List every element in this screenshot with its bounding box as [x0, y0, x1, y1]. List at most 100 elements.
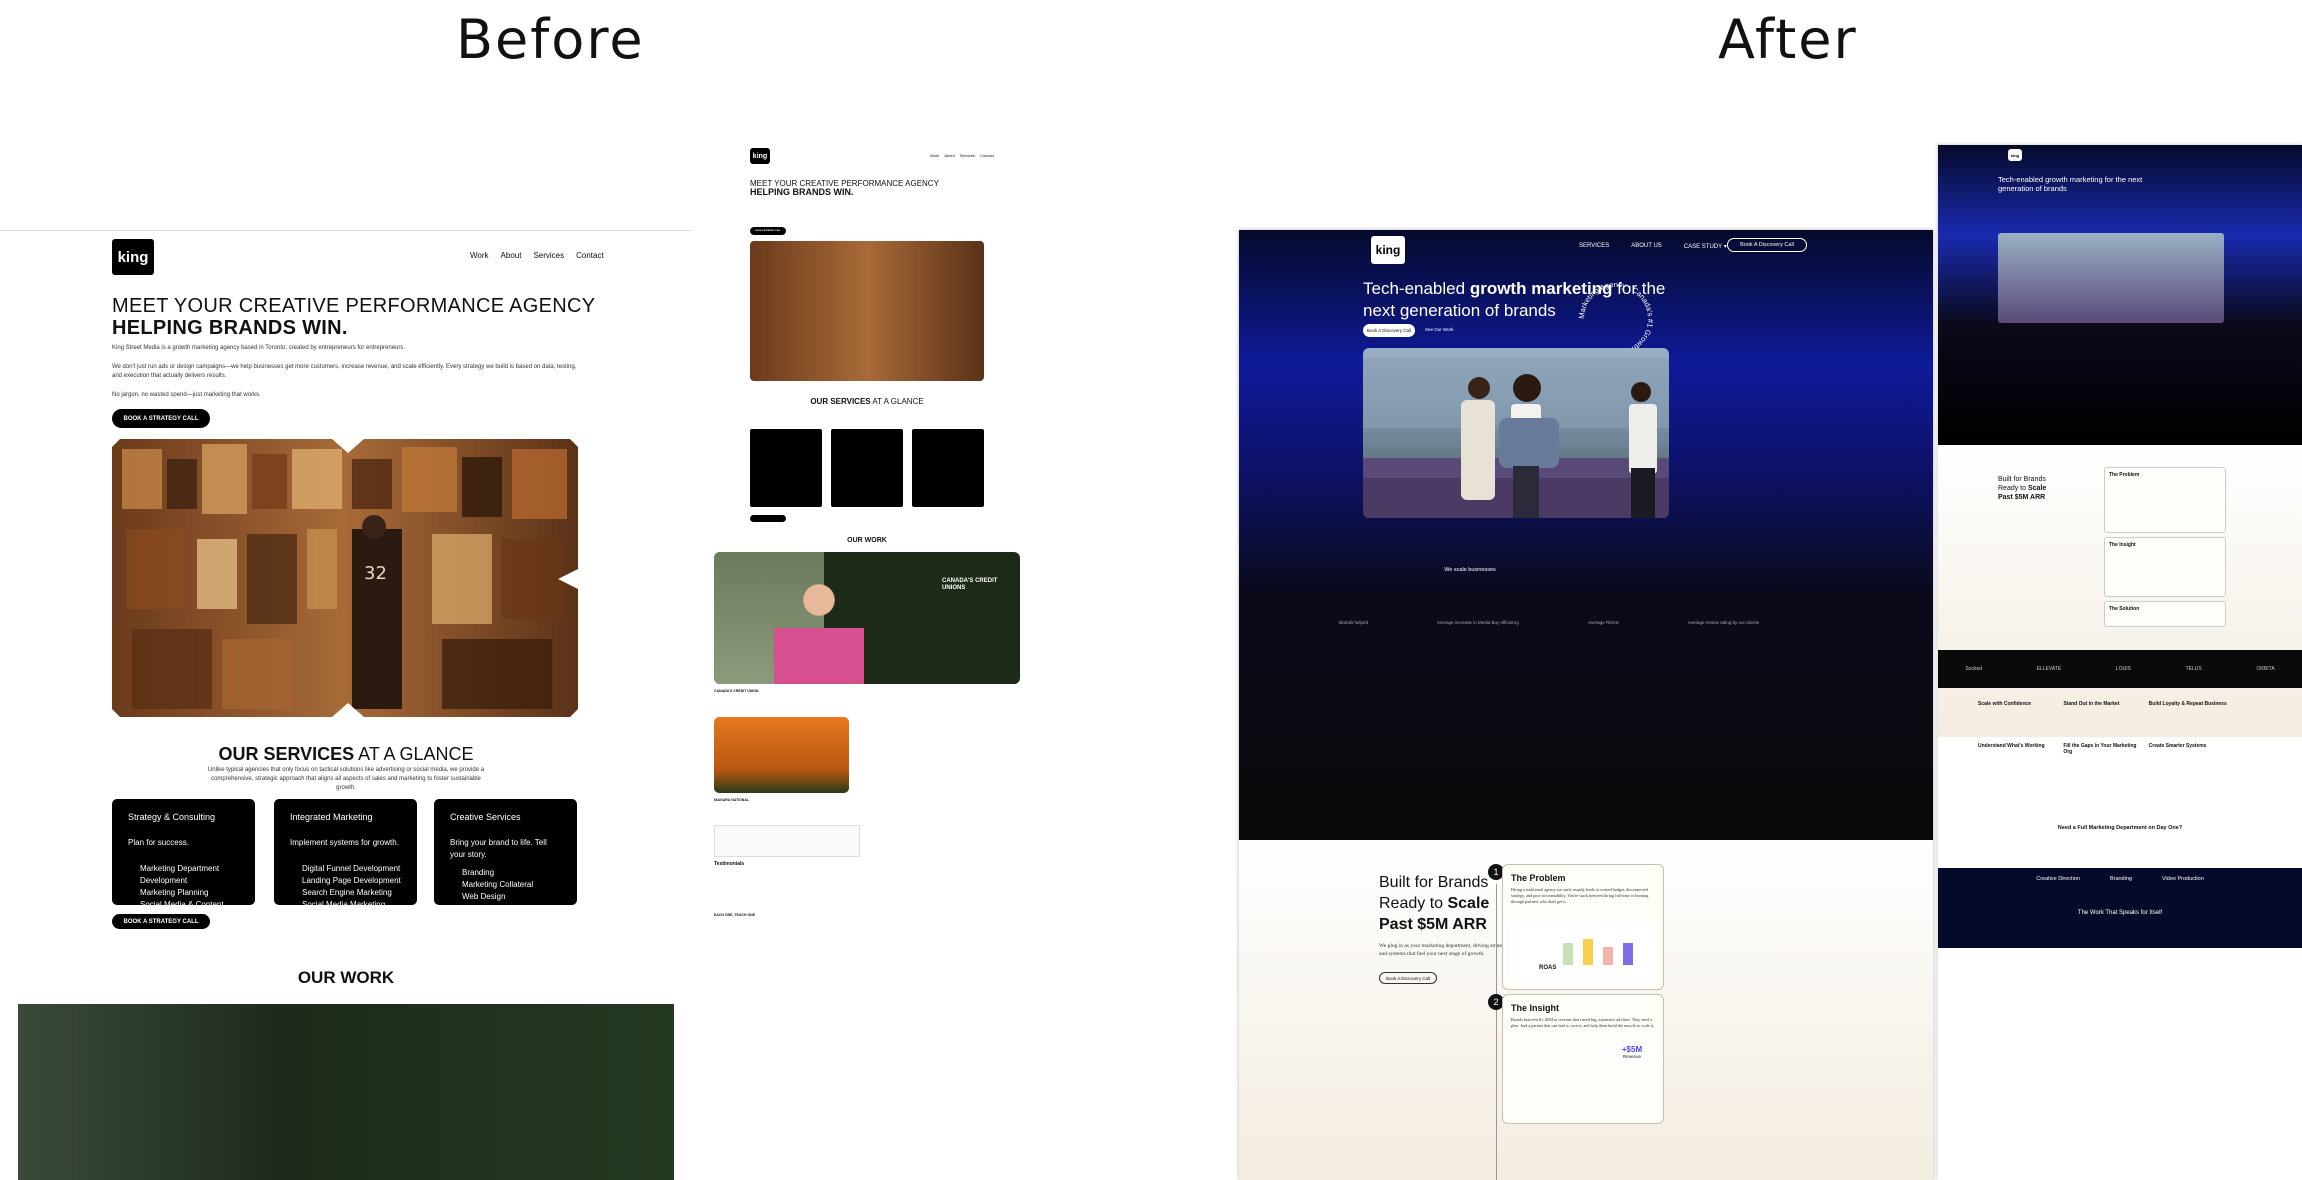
roas-label: ROAS	[1539, 965, 1557, 971]
card-list: Branding Marketing Collateral Web Design…	[450, 867, 561, 927]
built-discovery-call-button[interactable]: Book A Discovery Call	[1379, 972, 1437, 984]
mini-insight-card: The Insight	[2104, 537, 2226, 597]
mini-nav-item: Work	[930, 153, 940, 158]
hero-p2: We don't just run ads or design campaign…	[112, 364, 577, 379]
services-title-bold: OUR SERVICES	[218, 744, 355, 764]
card-item: Search Engine Marketing	[302, 888, 392, 897]
strategy-call-button[interactable]: BOOK A STRATEGY CALL	[112, 409, 210, 428]
mini-logo-strip: Socked ELLEVATE LOUIS TELUS ORBITA	[1938, 650, 2302, 688]
problem-chart: ROAS	[1511, 921, 1657, 983]
hero-photo-svg	[1363, 348, 1669, 518]
card-item: Landing Page Development	[302, 876, 401, 885]
before-logo[interactable]: king	[112, 239, 154, 275]
card-item: Marketing Collateral	[462, 880, 534, 889]
problem-title: The Problem	[1511, 873, 1566, 883]
card-sub: Bring your brand to life. Tell your stor…	[450, 838, 547, 859]
mini-services-bold: OUR SERVICES	[810, 397, 871, 406]
client-logo: ORBITA	[2256, 666, 2275, 672]
nav-case-study-label: CASE STUDY	[1683, 244, 1723, 250]
services-desc: Unlike typical agencies that only focus …	[207, 767, 485, 791]
headline-line2: next generation of brands	[1363, 301, 1556, 320]
mini-nav-item: Services	[959, 153, 976, 158]
stats-row: Brands helped Average increase in Media …	[1339, 620, 1759, 625]
client-logo: LOUIS	[2115, 666, 2131, 672]
mini-tile-grid: Scale with Confidence Stand Out in the M…	[1978, 701, 2228, 755]
ticker-item: Branding	[2109, 876, 2132, 882]
strategy-call-button-2[interactable]: BOOK A STRATEGY CALL	[112, 914, 210, 929]
headline-pre: Tech-enabled	[1363, 279, 1470, 298]
service-card-creative[interactable]: Creative Services Bring your brand to li…	[434, 799, 577, 925]
hero-p1: King Street Media is a growth marketing …	[112, 345, 406, 351]
nav-discovery-call-button[interactable]: Book A Discovery Call	[1727, 238, 1807, 252]
service-card-strategy[interactable]: Strategy & Consulting Plan for success. …	[112, 799, 255, 921]
before-mini-photo	[750, 241, 984, 381]
client-logo: TELUS	[2185, 666, 2202, 672]
badge-ring-text: Marketing Agency • Canada's #1 Growth •	[1577, 280, 1655, 356]
ccu-title: CANADA'S CREDIT UNIONS	[942, 578, 998, 591]
before-label: Before	[456, 8, 645, 71]
before-mini-nav: Work About Services Contact	[930, 153, 994, 158]
revenue-value: +$5M	[1621, 1045, 1643, 1054]
card-item: Paid Advertising	[302, 912, 360, 921]
nav-about-us[interactable]: ABOUT US	[1631, 243, 1662, 250]
card-item: Digital Funnel Development	[302, 864, 401, 873]
nav-case-study[interactable]: CASE STUDY ▾	[1684, 243, 1727, 250]
our-work-title: OUR WORK	[297, 968, 395, 987]
card-sub: Implement systems for growth.	[290, 838, 399, 847]
mini-built-l2: Ready to	[1998, 485, 2028, 492]
hero-line1: MEET YOUR CREATIVE PERFORMANCE AGENCY	[112, 295, 596, 317]
card-item: Branding	[462, 868, 495, 877]
nav-contact[interactable]: Contact	[576, 251, 604, 260]
before-mini-cta: BOOK A STRATEGY CALL	[750, 227, 786, 235]
problem-card: The Problem Hiring a traditional agency …	[1502, 864, 1664, 990]
mini-after-photo	[1998, 233, 2224, 323]
hero-line2: HELPING BRANDS WIN.	[112, 317, 348, 339]
after-hero-photo	[1363, 348, 1669, 518]
built-scale: Scale	[1447, 895, 1490, 912]
testimonials-title: Testimonials	[714, 861, 745, 867]
before-mini-hero2: HELPING BRANDS WIN.	[750, 187, 854, 197]
chart-bar	[1623, 943, 1633, 965]
after-label: After	[1718, 8, 1858, 71]
insight-title: The Insight	[1511, 1003, 1559, 1013]
niagara-caption: NIAGARA NATIONAL	[714, 798, 749, 802]
before-mini-work-title: OUR WORK	[847, 537, 887, 544]
stat-label: Average increase in Media Buy efficiency	[1437, 620, 1520, 625]
each-one-text: EACH ONE, TEACH ONE	[714, 913, 756, 917]
tile-title: Create Smarter Systems	[2148, 743, 2207, 749]
mini-need-heading: Need a Full Marketing Department on Day …	[2057, 825, 2183, 831]
nav-services[interactable]: SERVICES	[1579, 243, 1609, 250]
ticker-item: Video Production	[2161, 876, 2204, 882]
work-preview-strip	[18, 1004, 674, 1180]
nav-about[interactable]: About	[501, 251, 522, 260]
mini-solution-title: The Solution	[2109, 606, 2140, 612]
after-nav: SERVICES ABOUT US CASE STUDY ▾	[1579, 243, 1727, 250]
timeline-line	[1496, 884, 1497, 1180]
mini-card	[912, 429, 984, 507]
nav-services[interactable]: Services	[533, 251, 564, 260]
tile-title: Understand What's Working	[1978, 743, 2045, 749]
see-our-work-link[interactable]: See Our Work	[1425, 327, 1453, 332]
mini-after-logo: king	[2008, 149, 2022, 161]
mini-services-light: AT A GLANCE	[872, 397, 924, 406]
insight-card: The Insight Brands between $1–$5M in rev…	[1502, 994, 1664, 1124]
service-card-integrated[interactable]: Integrated Marketing Implement systems f…	[274, 799, 417, 921]
nav-work[interactable]: Work	[470, 251, 489, 260]
mini-cta-2	[750, 515, 786, 522]
card-sub: Plan for success.	[128, 838, 189, 847]
revenue-chip: +$5M Revenue	[1605, 1045, 1659, 1069]
before-desktop-page: king Work About Services Contact MEET YO…	[0, 230, 692, 1180]
hero-store-photo: 32	[112, 439, 578, 717]
tile-title: Stand Out in the Market	[2063, 701, 2120, 707]
after-logo[interactable]: king	[1371, 236, 1405, 264]
stat-label: Average review rating by our clients	[1687, 620, 1759, 625]
tile-title: Build Loyalty & Repeat Business	[2148, 701, 2227, 707]
after-hero-section: king SERVICES ABOUT US CASE STUDY ▾ Book…	[1239, 230, 1933, 840]
card-list: Digital Funnel Development Landing Page …	[290, 863, 401, 923]
ccu-caption: CANADA'S CREDIT UNION	[714, 689, 759, 693]
card-title: Strategy & Consulting	[128, 812, 216, 822]
mini-built-scale: Scale	[2027, 485, 2047, 492]
mini-work-heading: The Work That Speaks for Itself	[2077, 910, 2163, 916]
built-line1: Built for Brands	[1379, 874, 1489, 891]
hero-discovery-call-button[interactable]: Book A Discovery Call	[1363, 324, 1415, 337]
